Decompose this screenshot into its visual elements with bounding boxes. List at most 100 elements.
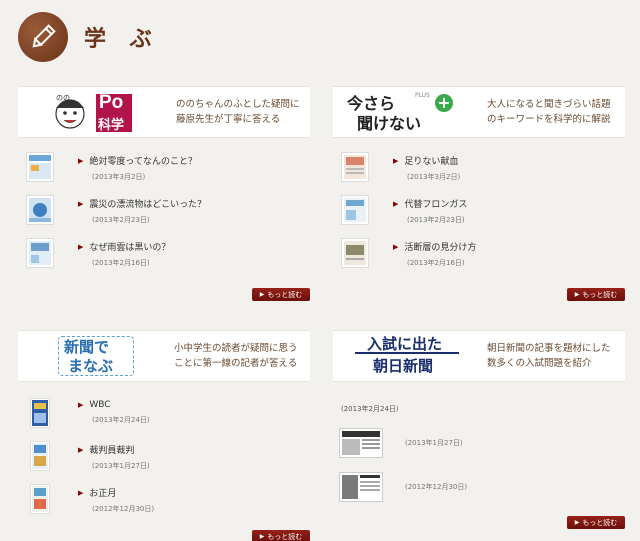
plus-icon: +	[435, 94, 453, 112]
item-date: (2013年2月16日)	[92, 259, 150, 267]
item-title[interactable]: なぜ雨雲は黒いの？	[89, 240, 170, 253]
item-date[interactable]: (2013年2月24日)	[333, 404, 625, 414]
po-kagaku-logo: のの Po 科学	[18, 86, 158, 138]
item-date: (2013年2月24日)	[92, 416, 150, 424]
shinbun-logo-line2: まなぶ	[68, 357, 114, 375]
read-more-label: もっと読む	[267, 532, 303, 541]
tagline-line: のキーワードを科学的に解説	[487, 114, 611, 125]
banner-imasara[interactable]: 今さら 聞けない PLUS + 大人になると聞きづらい話題 のキーワードを科学的…	[333, 86, 625, 138]
article-thumbnail[interactable]	[341, 195, 369, 225]
article-thumbnail[interactable]	[339, 428, 383, 458]
arrow-right-icon: ▶	[393, 156, 399, 165]
article-thumbnail[interactable]	[30, 398, 50, 428]
play-icon: ▶	[259, 291, 265, 298]
nyushi-logo-line2: 朝日新聞	[373, 357, 434, 375]
article-thumbnail[interactable]	[30, 441, 50, 471]
tagline-line: 朝日新聞の記事を題材にした	[487, 343, 611, 354]
item-title[interactable]: 震災の漂流物はどこいった？	[89, 197, 206, 210]
nyushi-tagline: 朝日新聞の記事を題材にした 数多くの入試問題を紹介	[487, 341, 611, 371]
item-title[interactable]: WBC	[89, 400, 110, 410]
item-date: (2013年2月23日)	[92, 216, 150, 224]
po-item-list: ▶ 絶対零度ってなんのこと？ (2013年3月2日) ▶ 震災の漂流物はどこいった？…	[18, 138, 310, 281]
read-more-button[interactable]: ▶ もっと読む	[567, 288, 625, 301]
article-thumbnail[interactable]	[30, 484, 50, 514]
read-more-label: もっと読む	[582, 518, 618, 527]
panel-po-kagaku: のの Po 科学 ののちゃんのふとした疑問に 藤原先生が丁寧に答える ▶ 絶対零度…	[18, 86, 310, 304]
article-thumbnail[interactable]	[341, 152, 369, 182]
article-thumbnail[interactable]	[26, 195, 54, 225]
tagline-line: ことに第一線の記者が答える	[174, 358, 298, 369]
list-item[interactable]: ▶ なぜ雨雲は黒いの？ (2013年2月16日)	[18, 238, 310, 281]
item-date: (2012年12月30日)	[92, 505, 155, 513]
arrow-right-icon: ▶	[78, 488, 84, 497]
list-item[interactable]: ▶ WBC (2013年2月24日)	[18, 398, 310, 441]
article-thumbnail[interactable]	[26, 152, 54, 182]
article-thumbnail[interactable]	[341, 238, 369, 268]
read-more-label: もっと読む	[582, 290, 618, 299]
tagline-line: ののちゃんのふとした疑問に	[176, 99, 300, 110]
read-more-button[interactable]: ▶ もっと読む	[252, 288, 310, 301]
arrow-right-icon: ▶	[78, 199, 84, 208]
po-logo-sub: 科学	[98, 118, 125, 133]
item-date: (2013年2月23日)	[407, 216, 465, 224]
tagline-line: 小中学生の読者が疑問に思う	[174, 343, 298, 354]
list-item[interactable]: ▶ 活断層の見分け方 (2013年2月16日)	[333, 238, 625, 281]
list-item[interactable]: ▶ 裁判員裁判 (2013年1月27日)	[18, 441, 310, 484]
banner-shinbun-de-manabu[interactable]: 新聞で まなぶ 小中学生の読者が疑問に思う ことに第一線の記者が答える	[18, 330, 310, 382]
list-item[interactable]: ▶ 震災の漂流物はどこいった？ (2013年2月23日)	[18, 195, 310, 238]
arrow-right-icon: ▶	[393, 199, 399, 208]
nyushi-logo: 入試に出た 朝日新聞	[333, 330, 473, 382]
list-item[interactable]: (2013年1月27日)	[333, 424, 625, 462]
banner-po-kagaku[interactable]: のの Po 科学 ののちゃんのふとした疑問に 藤原先生が丁寧に答える	[18, 86, 310, 138]
panel-shinbun-de-manabu: 新聞で まなぶ 小中学生の読者が疑問に思う ことに第一線の記者が答える ▶ WBC…	[18, 330, 310, 541]
page-title: 学 ぶ	[84, 27, 160, 52]
item-date: (2012年12月30日)	[405, 483, 468, 491]
article-thumbnail[interactable]	[339, 472, 383, 502]
list-item[interactable]: ▶ 足りない献血 (2013年3月2日)	[333, 152, 625, 195]
item-date: (2013年3月2日)	[407, 173, 461, 181]
article-thumbnail[interactable]	[26, 238, 54, 268]
item-title[interactable]: 活断層の見分け方	[404, 240, 476, 253]
svg-text:のの: のの	[56, 94, 70, 102]
arrow-right-icon: ▶	[78, 401, 84, 409]
item-title[interactable]: 代替フロンガス	[404, 197, 467, 210]
tagline-line: 数多くの入試問題を紹介	[487, 358, 592, 369]
tagline-line: 藤原先生が丁寧に答える	[176, 114, 281, 125]
arrow-right-icon: ▶	[78, 445, 84, 454]
arrow-right-icon: ▶	[393, 242, 399, 251]
po-logo-main: Po	[99, 92, 124, 113]
list-item[interactable]: (2012年12月30日)	[333, 468, 625, 506]
shinbun-logo: 新聞で まなぶ	[18, 330, 158, 382]
item-title[interactable]: お正月	[89, 486, 116, 499]
item-title[interactable]: 裁判員裁判	[89, 443, 134, 456]
imasara-logo-line2: 聞けない	[357, 114, 422, 133]
item-title[interactable]: 絶対零度ってなんのこと？	[89, 154, 197, 167]
read-more-label: もっと読む	[267, 290, 303, 299]
section-header: 学 ぶ	[18, 12, 160, 62]
item-title[interactable]: 足りない献血	[404, 154, 458, 167]
list-item[interactable]: ▶ 代替フロンガス (2013年2月23日)	[333, 195, 625, 238]
banner-nyushi[interactable]: 入試に出た 朝日新聞 朝日新聞の記事を題材にした 数多くの入試問題を紹介	[333, 330, 625, 382]
read-more-button[interactable]: ▶ もっと読む	[252, 530, 310, 541]
imasara-logo-plus: PLUS	[415, 92, 430, 99]
tagline-line: 大人になると聞きづらい話題	[487, 99, 611, 110]
pencil-icon	[18, 12, 68, 62]
play-icon: ▶	[574, 291, 580, 298]
imasara-tagline: 大人になると聞きづらい話題 のキーワードを科学的に解説	[487, 97, 611, 127]
panel-nyushi: 入試に出た 朝日新聞 朝日新聞の記事を題材にした 数多くの入試問題を紹介 (20…	[333, 330, 625, 541]
play-icon: ▶	[574, 519, 580, 526]
po-tagline: ののちゃんのふとした疑問に 藤原先生が丁寧に答える	[176, 97, 300, 127]
item-date: (2013年1月27日)	[92, 462, 150, 470]
item-date: (2013年3月2日)	[92, 173, 146, 181]
read-more-button[interactable]: ▶ もっと読む	[567, 516, 625, 529]
shinbun-item-list: ▶ WBC (2013年2月24日) ▶ 裁判員裁判 (2013年1月27日) ▶ お…	[18, 382, 310, 527]
panel-imasara: 今さら 聞けない PLUS + 大人になると聞きづらい話題 のキーワードを科学的…	[333, 86, 625, 304]
list-item[interactable]: ▶ お正月 (2012年12月30日)	[18, 484, 310, 527]
imasara-item-list: ▶ 足りない献血 (2013年3月2日) ▶ 代替フロンガス (2013年2月23日…	[333, 138, 625, 281]
imasara-logo: 今さら 聞けない PLUS +	[333, 86, 463, 138]
list-item[interactable]: ▶ 絶対零度ってなんのこと？ (2013年3月2日)	[18, 152, 310, 195]
play-icon: ▶	[259, 533, 265, 540]
item-date: (2013年2月16日)	[407, 259, 465, 267]
arrow-right-icon: ▶	[78, 156, 84, 165]
arrow-right-icon: ▶	[78, 242, 84, 251]
